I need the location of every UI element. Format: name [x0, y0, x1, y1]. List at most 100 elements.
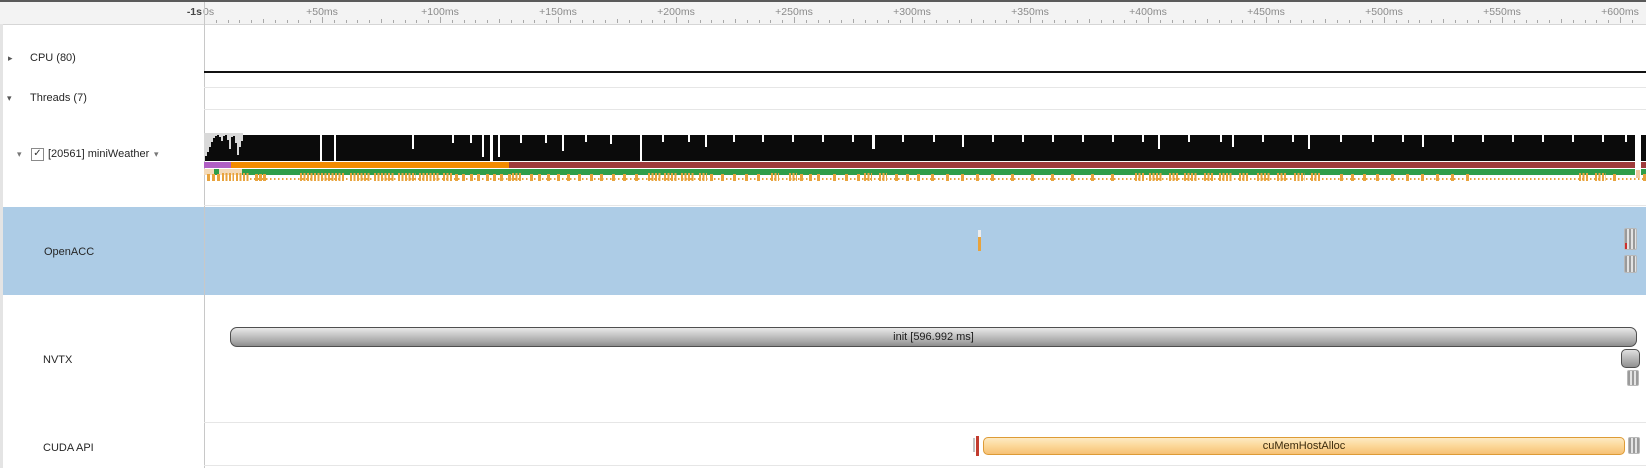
ruler-tick — [239, 20, 240, 23]
marker-cluster — [1257, 173, 1270, 181]
ruler-tick — [1596, 20, 1597, 23]
collapse-arrow-process-icon[interactable]: ▾ — [17, 149, 22, 160]
marker-cluster — [419, 173, 440, 181]
ruler-tick — [1301, 20, 1302, 23]
nvtx-range-init[interactable]: init [596.992 ms] — [230, 327, 1637, 347]
timeline-ruler[interactable]: -1s 0s +50ms+100ms+150ms+200ms+250ms+300… — [0, 2, 1646, 25]
marker-tick — [721, 174, 724, 181]
ruler-tick — [617, 19, 618, 23]
nsight-systems-timeline-view: -1s 0s +50ms+100ms+150ms+200ms+250ms+300… — [0, 0, 1646, 468]
ruler-tick — [770, 20, 771, 23]
row-separator — [204, 205, 1646, 206]
ruler-tick — [1384, 17, 1385, 23]
ruler-tick — [1526, 20, 1527, 23]
openacc-row-highlight[interactable] — [0, 207, 1646, 295]
histogram-gap — [412, 135, 414, 149]
histogram-gap — [1308, 135, 1310, 149]
ruler-tick — [570, 20, 571, 23]
cuda-api-range-cumemhostalloc[interactable]: cuMemHostAlloc — [983, 437, 1625, 455]
expand-arrow-cpu-icon[interactable]: ▸ — [8, 53, 13, 64]
openacc-events-cluster-icon[interactable] — [1624, 255, 1637, 273]
ruler-tick — [1065, 20, 1066, 23]
openacc-event-top-tick[interactable] — [978, 230, 981, 237]
ruler-tick — [499, 19, 500, 23]
ruler-tick — [1148, 17, 1149, 23]
sidebar-row-nvtx[interactable]: NVTX — [43, 354, 72, 366]
ruler-tick — [310, 20, 311, 23]
marker-cluster — [222, 173, 234, 181]
thread-state-segment[interactable] — [231, 162, 509, 168]
openacc-events-cluster-icon[interactable] — [1624, 228, 1637, 250]
ruler-tick — [1160, 20, 1161, 23]
ruler-tick — [263, 19, 264, 23]
ruler-tick — [1408, 20, 1409, 23]
ruler-tick — [1632, 20, 1633, 23]
marker-tick — [800, 174, 803, 181]
ruler-tick — [641, 20, 642, 23]
ruler-tick — [676, 17, 677, 23]
marker-tick — [946, 174, 949, 181]
marker-tick — [895, 174, 898, 181]
ruler-tick — [841, 20, 842, 23]
ruler-tick — [416, 20, 417, 23]
histogram-gap — [1602, 135, 1604, 142]
ruler-tick — [1124, 20, 1125, 23]
openacc-event-tick[interactable] — [978, 237, 981, 251]
process-checkbox[interactable]: ✓ — [31, 148, 44, 161]
ruler-tick — [995, 20, 996, 23]
marker-cluster — [864, 173, 872, 181]
process-options-caret-icon[interactable]: ▾ — [154, 149, 159, 160]
marker-tick — [845, 174, 848, 181]
ruler-tick — [393, 20, 394, 23]
ruler-tick — [900, 20, 901, 23]
marker-tick — [906, 174, 909, 181]
openacc-cluster-red-mark — [1625, 243, 1627, 249]
sidebar-row-cpu[interactable]: CPU (80) — [30, 52, 76, 64]
marker-cluster — [398, 173, 416, 181]
marker-tick — [477, 174, 480, 181]
histogram-gap — [705, 135, 707, 147]
ruler-tick — [487, 20, 488, 23]
ruler-tick — [593, 20, 594, 23]
histogram-gap — [1572, 135, 1574, 142]
ruler-tick — [1561, 19, 1562, 23]
marker-tick — [1391, 174, 1394, 181]
ruler-tick — [1290, 20, 1291, 23]
ruler-tick — [1089, 19, 1090, 23]
marker-tick — [917, 174, 920, 181]
nvtx-small-range[interactable] — [1621, 349, 1640, 368]
cuda-api-gray-tick[interactable] — [973, 438, 975, 452]
ruler-tick — [735, 19, 736, 23]
histogram-gap — [992, 135, 994, 142]
marker-tick — [809, 174, 812, 181]
histogram-gap — [1625, 135, 1627, 142]
ruler-tick — [1537, 20, 1538, 23]
ruler-tick — [1278, 20, 1279, 23]
cuda-api-cluster-icon[interactable] — [1628, 437, 1640, 454]
ruler-tick — [582, 20, 583, 23]
ruler-tick — [369, 20, 370, 23]
marker-cluster — [1595, 173, 1606, 181]
sidebar-row-threads[interactable]: Threads (7) — [30, 92, 87, 104]
nvtx-ranges-cluster-icon[interactable] — [1627, 370, 1639, 386]
marker-cluster — [374, 173, 395, 181]
ruler-tick — [1266, 17, 1267, 23]
ruler-tick — [629, 20, 630, 23]
sidebar-row-process[interactable]: [20561] miniWeather — [48, 148, 149, 160]
marker-tick — [757, 174, 760, 181]
collapse-arrow-threads-icon[interactable]: ▾ — [7, 93, 12, 104]
nvtx-range-init-label: init [596.992 ms] — [893, 331, 974, 343]
marker-tick — [1436, 174, 1439, 181]
sidebar-row-openacc[interactable]: OpenACC — [44, 246, 94, 258]
thread-state-segment[interactable] — [204, 162, 231, 168]
cuda-api-red-tick[interactable] — [976, 436, 979, 456]
marker-cluster — [1239, 173, 1248, 181]
marker-tick — [500, 174, 503, 181]
sidebar-row-cuda-api[interactable]: CUDA API — [43, 442, 94, 454]
ruler-tick — [511, 20, 512, 23]
ruler-tick — [1360, 20, 1361, 23]
ruler-tick — [1242, 20, 1243, 23]
ruler-tick — [523, 20, 524, 23]
histogram-gap — [962, 135, 964, 147]
thread-state-segment[interactable] — [509, 162, 1646, 168]
